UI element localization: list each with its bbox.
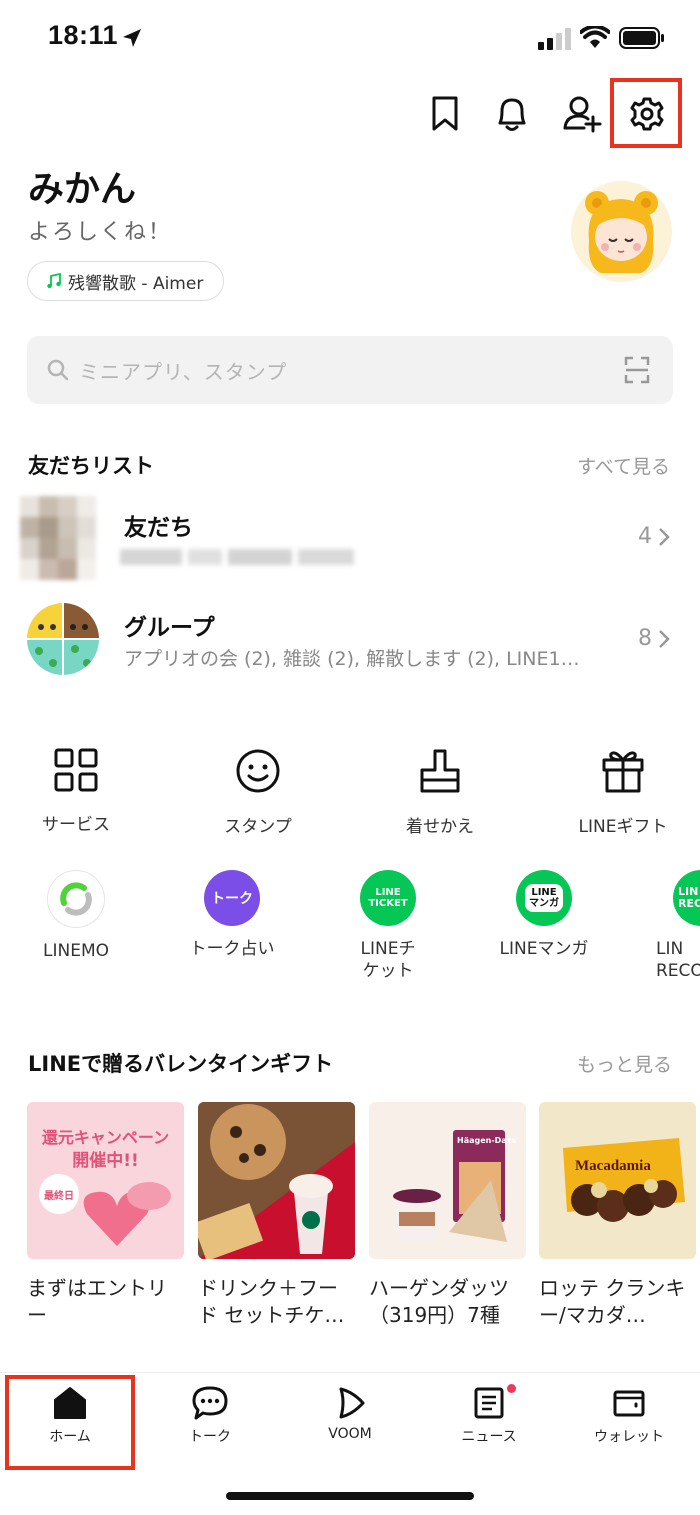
line-ticket-icon: LINE TICKET [360,870,416,926]
friends-avatar-blurred [20,496,96,582]
app-line-manga[interactable]: LINE マンガ LINEマンガ [479,870,609,960]
tab-label: VOOM [328,1426,372,1442]
gift-card-image: Macadamia [539,1102,696,1259]
gift-card-haagen-dazs[interactable]: Häagen-Dazs ハーゲンダッツ（319円）7種 [369,1102,526,1329]
service-label: サービス [42,815,110,835]
app-line-reco[interactable]: LIN RECO LIN RECO [640,870,700,990]
gift-card-entry[interactable]: 還元キャンペーン 開催中!! 最終日 まずはエントリー [27,1102,184,1329]
home-indicator [226,1492,474,1500]
service-gift[interactable]: LINEギフト [553,748,693,837]
bookmark-icon [432,96,458,131]
brush-icon [420,749,460,793]
friends-row-title: 友だち [124,515,193,541]
cellular-signal-icon [538,28,571,50]
tab-news[interactable]: ニュース [429,1386,549,1446]
see-all-link[interactable]: すべて見る [577,452,670,479]
scan-icon[interactable] [624,356,650,384]
gift-card-image [198,1102,355,1259]
chat-bubble-icon [192,1386,228,1420]
wallet-icon [613,1390,645,1417]
groups-count: 8 [638,626,670,651]
gift-card-title: ハーゲンダッツ（319円）7種 [369,1276,509,1327]
app-label: LINEMO [43,941,109,961]
friends-row-names-blurred [120,546,366,568]
bell-icon [498,98,526,131]
friends-row[interactable]: 友だち 4 [0,494,700,584]
grid-icon [54,748,98,792]
search-bar[interactable]: ミニアプリ、スタンプ [27,336,673,404]
gift-card-image: Häagen-Dazs [369,1102,526,1259]
tab-label: トーク [189,1429,231,1445]
app-label: LINEチ ケット [360,939,416,981]
location-arrow-icon [123,29,141,47]
chevron-right-icon [659,629,670,648]
tab-voom[interactable]: VOOM [290,1386,410,1442]
service-services[interactable]: サービス [6,748,146,835]
service-themes[interactable]: 着せかえ [370,748,510,837]
news-icon [474,1387,504,1419]
add-friend-icon [563,96,602,133]
service-label: 着せかえ [406,817,474,837]
wifi-icon [580,26,610,48]
service-label: LINEギフト [578,817,668,837]
music-note-icon [47,273,61,289]
tab-label: ウォレット [594,1429,664,1445]
profile-music-pill[interactable]: 残響散歌 - Aimer [27,261,225,301]
friends-section-title: 友だちリスト [28,454,154,478]
gift-card-title: ロッテ クランキー/マカダ… [539,1276,686,1327]
brand-label: Häagen-Dazs [457,1136,517,1145]
gift-section-title: LINEで贈るバレンタインギフト [28,1052,334,1076]
app-linemo[interactable]: LINEMO [11,870,141,962]
search-placeholder: ミニアプリ、スタンプ [79,359,288,384]
app-label: LINEマンガ [499,939,589,959]
gift-card-image: 還元キャンペーン 開催中!! 最終日 [27,1102,184,1259]
friends-count: 4 [638,524,670,549]
chevron-right-icon [659,527,670,546]
battery-icon [619,27,664,49]
home-highlight-box [5,1375,135,1470]
groups-row[interactable]: グループ アプリオの会 (2), 雑談 (2), 解散します (2), LINE… [0,600,700,680]
line-reco-icon: LIN RECO [673,870,700,926]
profile-name[interactable]: みかん [28,160,136,212]
news-badge-dot [507,1384,516,1393]
groups-row-title: グループ [124,615,215,641]
tab-label: ニュース [461,1429,517,1445]
gift-card-title: ドリンク＋フード セットチケ… [198,1276,345,1327]
avatar-image [571,181,671,281]
more-link[interactable]: もっと見る [577,1050,672,1077]
music-label: 残響散歌 - Aimer [68,273,204,294]
service-label: スタンプ [224,817,292,837]
profile-avatar[interactable] [571,181,672,282]
status-message[interactable]: よろしくね！ [28,214,172,246]
gift-card-title: まずはエントリー [27,1276,167,1327]
bookmark-button[interactable] [419,88,471,140]
brand-label: Macadamia [575,1158,651,1174]
notifications-button[interactable] [486,88,538,140]
app-talk-fortune[interactable]: トーク トーク占い [167,870,297,960]
gift-card-drink[interactable]: ドリンク＋フード セットチケ… [198,1102,355,1329]
group-avatar [27,603,99,675]
talk-fortune-icon: トーク [204,870,260,926]
app-label: トーク占い [189,939,275,959]
app-line-ticket[interactable]: LINE TICKET LINEチ ケット [323,870,453,982]
tab-talk[interactable]: トーク [150,1386,270,1446]
search-icon [47,359,69,381]
gift-icon [602,751,644,793]
app-label: LIN RECO [656,939,700,981]
heart-box-icon [83,1182,171,1246]
status-time: 18:11 [48,20,119,50]
groups-row-subtitle: アプリオの会 (2), 雑談 (2), 解散します (2), LINE1… [124,648,580,670]
voom-play-icon [339,1387,365,1419]
linemo-icon [47,870,105,928]
settings-highlight-box [610,78,682,148]
gift-card-macadamia[interactable]: Macadamia ロッテ クランキー/マカダ… [539,1102,700,1329]
service-stickers[interactable]: スタンプ [188,748,328,837]
smiley-icon [236,749,280,793]
line-manga-icon: LINE マンガ [516,870,572,926]
add-friend-button[interactable] [556,88,608,140]
tab-wallet[interactable]: ウォレット [569,1386,689,1446]
